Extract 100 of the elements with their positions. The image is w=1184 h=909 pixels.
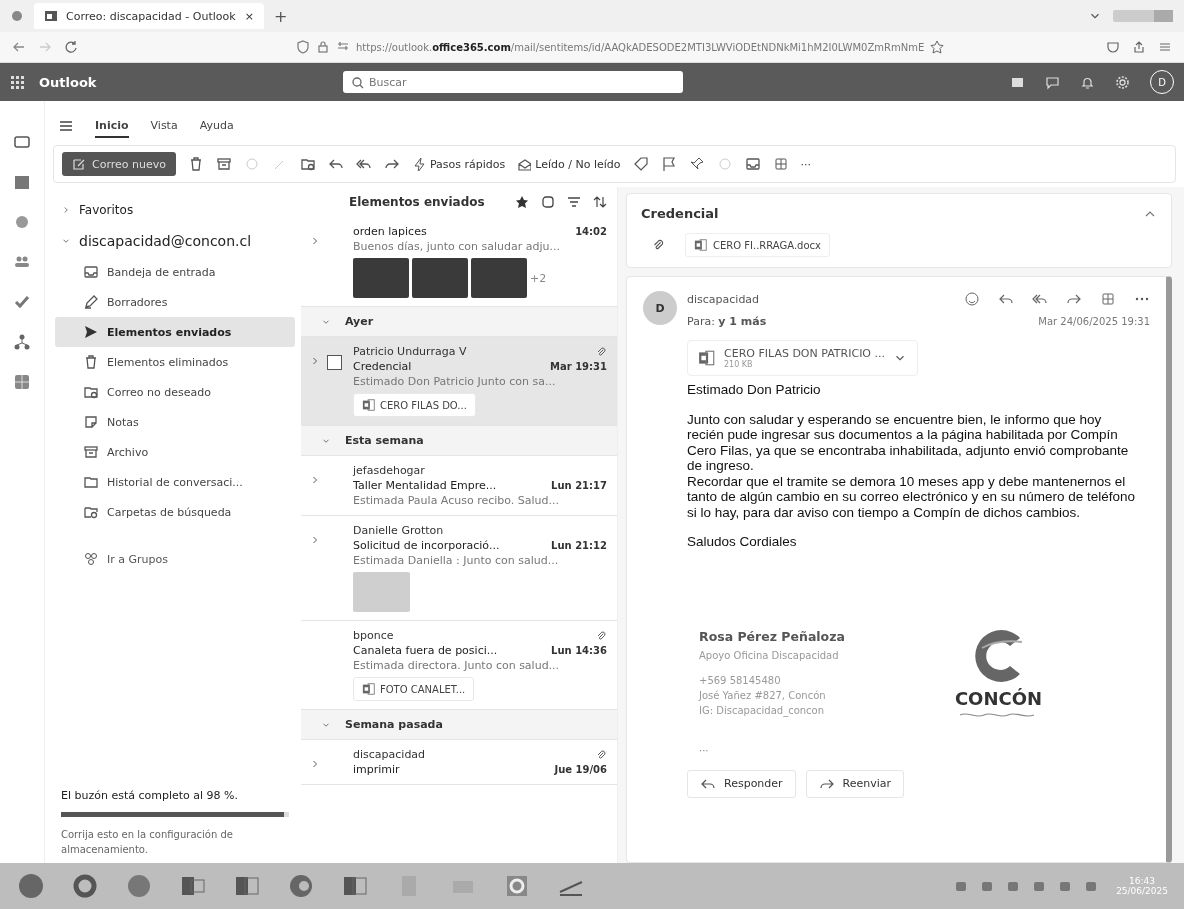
attachment-size: 210 KB xyxy=(724,360,754,369)
tab-close-button[interactable]: × xyxy=(244,9,254,23)
message-item[interactable]: bponce Canaleta fuera de posici... Lun 14:36 Estimada directora. Junto con salud... FOTO CANALET... xyxy=(301,621,617,710)
read-unread-button[interactable]: Leído / No leído xyxy=(517,157,621,171)
message-item[interactable]: Patricio Undurraga V Credencial Mar 19:31 Estimado Don Patricio Junto con sa... CERO FILAS DO... xyxy=(301,337,617,426)
checkmark-icon[interactable] xyxy=(13,293,31,311)
select-icon[interactable] xyxy=(541,195,555,209)
email-paragraph: Junto con saludar y esperando se encuentre bien, le informo que hoy recién pude ingresar sus documentos a la página habilitada por Compín Cero Filas, ya que se encontraba inhabilitada, adjunto envió comprobante de ingreso. Recordar que el tramite se demora 10 meses app y debe mantenernos el tanto de algún cambio en su correo electrónico y en su número de teléfono si lo hay, para dar aviso con tiempo a Compín de dichos cambios. xyxy=(687,411,1136,521)
message-sender: bponce xyxy=(353,629,394,642)
email-date: Mar 24/06/2025 19:31 xyxy=(1038,316,1150,327)
groups-link[interactable]: Ir a Grupos xyxy=(55,527,295,574)
attachment-chip[interactable]: CERO FI..RRAGA.docx xyxy=(685,233,830,257)
folder-item[interactable]: Elementos eliminados xyxy=(55,347,295,377)
emoji-icon[interactable] xyxy=(964,291,980,307)
folder-item[interactable]: Elementos enviados xyxy=(55,317,295,347)
folder-item[interactable]: Archivo xyxy=(55,437,295,467)
document-icon xyxy=(362,398,376,412)
grid-icon[interactable] xyxy=(1100,291,1116,307)
storage-hint[interactable]: Corrija esto en la configuración de almacenamiento. xyxy=(61,827,289,857)
forward-button[interactable]: Reenviar xyxy=(805,769,905,798)
message-sender: jefasdehogar xyxy=(353,464,425,477)
ribbon-tab[interactable]: Ayuda xyxy=(199,114,234,138)
quick-steps-button[interactable]: Pasos rápidos xyxy=(411,157,506,171)
signature-name: Rosa Pérez Peñaloza xyxy=(699,628,845,644)
message-preview: Estimado Don Patricio Junto con sa... xyxy=(353,375,557,388)
section-header[interactable]: Ayer xyxy=(301,307,617,337)
sort-icon[interactable] xyxy=(593,195,607,209)
image-thumbnail[interactable] xyxy=(353,258,409,298)
drafts-icon xyxy=(83,294,99,310)
outlook-icon xyxy=(44,9,58,23)
image-thumbnail[interactable] xyxy=(353,572,410,612)
rules-icon[interactable] xyxy=(744,156,761,172)
message-item[interactable]: orden lapices 14:02 Buenos días, junto con saludar adju... +2 xyxy=(301,217,617,307)
pin-icon[interactable] xyxy=(688,156,705,172)
reply-button[interactable]: Responder xyxy=(687,769,796,798)
section-header[interactable]: Semana pasada xyxy=(301,710,617,740)
email-paragraph: Estimado Don Patricio xyxy=(687,382,822,398)
menu-icon[interactable] xyxy=(1158,40,1172,54)
image-thumbnail[interactable] xyxy=(412,258,468,298)
message-item[interactable]: discapacidad imprimir Jue 19/06 xyxy=(301,740,617,785)
grid-icon[interactable] xyxy=(772,156,789,172)
reload-icon[interactable] xyxy=(64,40,78,54)
message-subject: Credencial xyxy=(353,360,412,373)
hamburger-icon[interactable] xyxy=(59,119,73,133)
apps-grid-icon[interactable] xyxy=(13,373,31,391)
folder-item[interactable]: Carpetas de búsqueda xyxy=(55,497,295,527)
back-icon[interactable] xyxy=(12,40,26,54)
filter-icon[interactable] xyxy=(567,195,581,209)
folder-item[interactable]: Borradores xyxy=(55,287,295,317)
folder-search-icon xyxy=(83,504,99,520)
new-tab-button[interactable]: + xyxy=(274,6,288,26)
message-item[interactable]: Danielle Grotton Solicitud de incorporació... Lun 21:12 Estimada Daniella : Junto con salud... xyxy=(301,516,617,621)
list-title: Elementos enviados xyxy=(349,195,485,209)
archive-icon[interactable] xyxy=(215,156,232,172)
message-item[interactable]: jefasdehogar Taller Mentalidad Empre... Lun 21:17 Estimada Paula Acuso recibo. Salud... xyxy=(301,456,617,516)
settings-icon[interactable] xyxy=(1115,74,1130,90)
star-icon[interactable] xyxy=(515,195,529,209)
chat-icon[interactable] xyxy=(1045,74,1060,90)
folder-item[interactable]: Bandeja de entrada xyxy=(55,257,295,287)
app-launcher-icon[interactable] xyxy=(10,74,25,90)
search-field[interactable]: Buscar xyxy=(343,71,683,93)
recipients[interactable]: Para: y 1 más xyxy=(687,315,767,328)
message-time: Lun 21:12 xyxy=(551,540,607,551)
image-thumbnail[interactable] xyxy=(471,258,527,298)
browser-tab[interactable]: Correo: discapacidad - Outlook × xyxy=(34,3,264,29)
share-icon[interactable] xyxy=(1132,40,1146,54)
signature-role: Apoyo Oficina Discapacidad xyxy=(699,649,840,661)
org-chart-icon[interactable] xyxy=(13,333,31,351)
document-icon xyxy=(694,238,708,252)
folder-item[interactable]: Historial de conversaci... xyxy=(55,467,295,497)
folder-item[interactable]: Correo no deseado xyxy=(55,377,295,407)
tab-title: Correo: discapacidad - Outlook xyxy=(66,9,237,23)
show-more-button[interactable]: ··· xyxy=(699,744,1150,756)
new-mail-button[interactable]: Correo nuevo xyxy=(62,152,176,176)
attachment-name: CERO FILAS DON PATRICIO ... xyxy=(724,347,885,360)
forward-icon xyxy=(38,40,52,54)
bookmark-star-icon[interactable] xyxy=(930,40,945,54)
ribbon-tab[interactable]: Vista xyxy=(150,114,178,138)
inbox-icon xyxy=(83,264,99,280)
message-sender: Danielle Grotton xyxy=(353,524,444,537)
mail-icon[interactable] xyxy=(13,133,31,151)
move-folder-icon[interactable] xyxy=(299,156,316,172)
pocket-icon[interactable] xyxy=(1106,40,1120,54)
ribbon-tab[interactable]: Inicio xyxy=(95,114,129,138)
attachment-chip[interactable]: FOTO CANALET... xyxy=(353,677,475,701)
attachment-chip[interactable]: CERO FILAS DO... xyxy=(353,393,476,417)
checkbox[interactable] xyxy=(327,355,342,370)
storage-warning: El buzón está completo al 98 %. xyxy=(61,789,240,802)
more-button[interactable]: ··· xyxy=(800,157,811,171)
folder-item[interactable]: Notas xyxy=(55,407,295,437)
attachment-card[interactable]: CERO FILAS DON PATRICIO ... 210 KB xyxy=(687,340,918,376)
url-text[interactable]: https://outlook.office365.com/mail/sentitems/id/AAQkADESODE2MTI3LWViODEtNDNkMi1hM2I0LWM0ZmRmNmE xyxy=(356,41,925,53)
folder-group-header[interactable]: Favoritos xyxy=(55,195,295,225)
message-subject: imprimir xyxy=(353,763,400,776)
section-header[interactable]: Esta semana xyxy=(301,426,617,456)
message-subject: Taller Mentalidad Empre... xyxy=(353,479,497,492)
message-subject: Solicitud de incorporació... xyxy=(353,539,500,552)
folder-group-header[interactable]: discapacidad@concon.cl xyxy=(55,225,295,257)
signature-phone: +569 58145480 xyxy=(699,674,782,686)
tag-icon[interactable] xyxy=(632,156,649,172)
